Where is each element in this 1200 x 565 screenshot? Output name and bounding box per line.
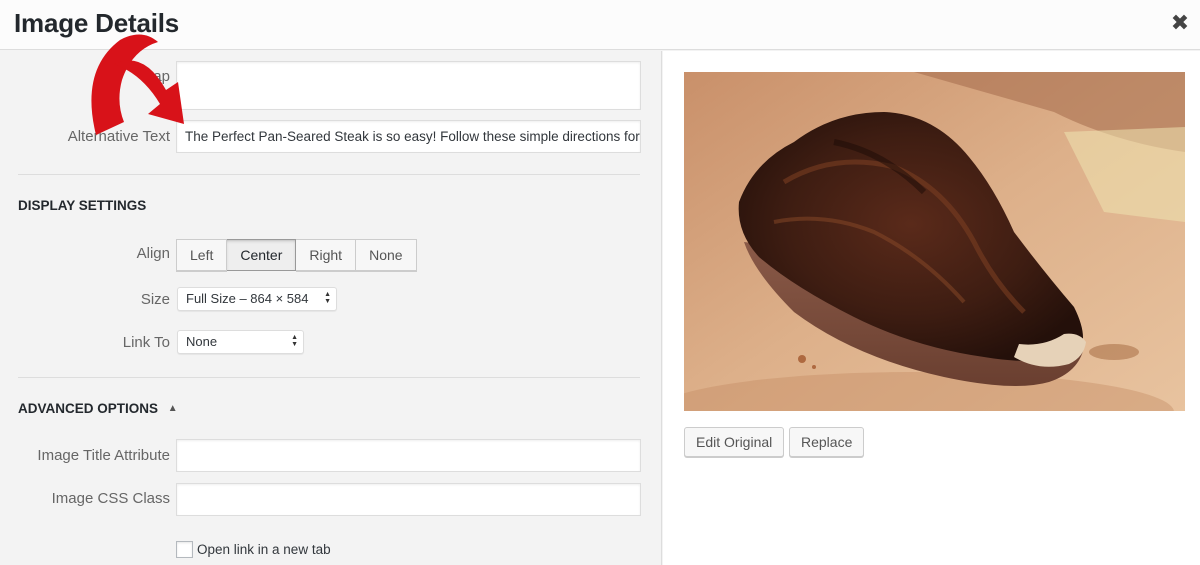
image-preview-panel: Edit Original Replace bbox=[663, 51, 1200, 565]
size-label: Size bbox=[140, 291, 170, 308]
steak-image-preview bbox=[684, 72, 1185, 411]
image-title-attribute-input[interactable] bbox=[176, 439, 641, 472]
updown-arrows-icon: ▲ ▼ bbox=[291, 334, 298, 348]
size-select-value: Full Size – 864 × 584 bbox=[186, 291, 309, 306]
replace-button[interactable]: Replace bbox=[789, 427, 865, 457]
advanced-options-toggle[interactable]: ADVANCED OPTIONS ▲ bbox=[18, 401, 178, 416]
image-title-attribute-label: Image Title Attribute bbox=[37, 447, 170, 464]
align-right-button[interactable]: Right bbox=[296, 239, 357, 271]
image-css-class-label: Image CSS Class bbox=[51, 490, 170, 507]
display-settings-heading: DISPLAY SETTINGS bbox=[18, 198, 147, 213]
edit-original-button[interactable]: Edit Original bbox=[684, 427, 785, 457]
divider bbox=[18, 377, 640, 378]
open-new-tab-label[interactable]: Open link in a new tab bbox=[197, 542, 331, 557]
link-to-select[interactable]: None ▲ ▼ bbox=[177, 330, 304, 354]
size-select[interactable]: Full Size – 864 × 584 ▲ ▼ bbox=[177, 287, 337, 311]
triangle-up-icon: ▲ bbox=[167, 403, 178, 414]
divider bbox=[18, 174, 640, 175]
align-none-button[interactable]: None bbox=[356, 239, 417, 271]
align-label: Align bbox=[136, 245, 170, 262]
align-center-button[interactable]: Center bbox=[227, 239, 297, 271]
red-arrow-annotation bbox=[91, 34, 184, 135]
align-left-button[interactable]: Left bbox=[176, 239, 228, 271]
align-button-group: Left Center Right None bbox=[176, 239, 417, 271]
caption-textarea[interactable] bbox=[176, 61, 641, 110]
alt-text-input[interactable]: The Perfect Pan-Seared Steak is so easy!… bbox=[176, 120, 641, 153]
link-to-label: Link To bbox=[122, 334, 170, 351]
advanced-options-heading: ADVANCED OPTIONS bbox=[18, 401, 159, 416]
image-css-class-input[interactable] bbox=[176, 483, 641, 516]
updown-arrows-icon: ▲ ▼ bbox=[324, 291, 331, 305]
open-new-tab-checkbox[interactable] bbox=[176, 541, 193, 558]
close-icon[interactable]: ✖ bbox=[1164, 8, 1196, 40]
link-to-select-value: None bbox=[186, 334, 218, 349]
